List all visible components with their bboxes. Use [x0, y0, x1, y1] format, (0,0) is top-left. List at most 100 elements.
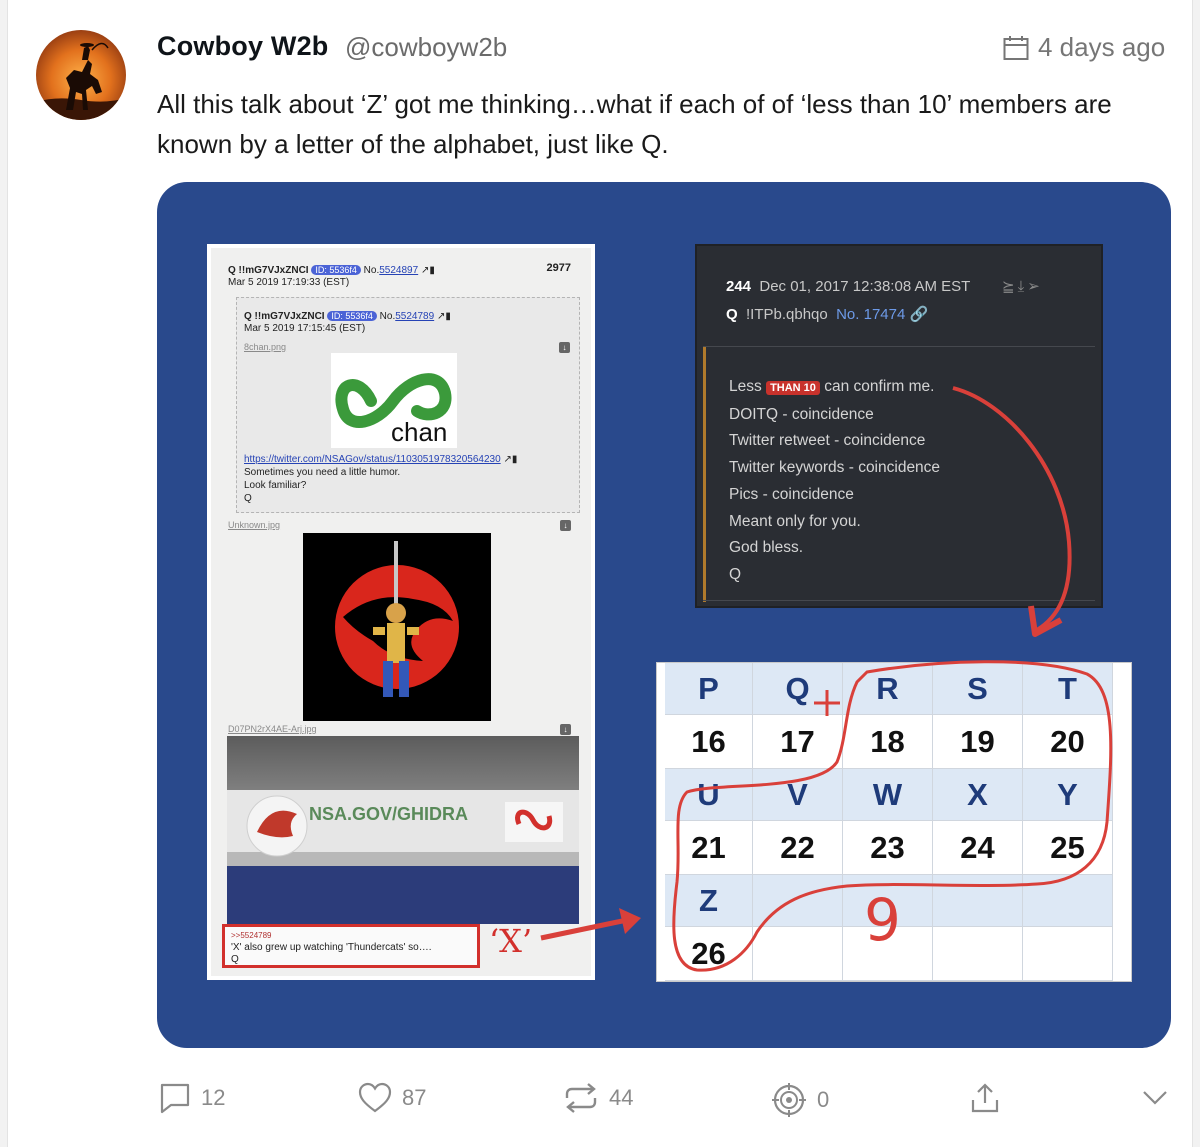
download-icon: ↓ — [560, 724, 571, 735]
table-cell: R — [843, 663, 933, 715]
post-action-bar: 12 87 44 0 — [0, 1070, 1200, 1130]
target-button[interactable]: 0 — [771, 1082, 829, 1118]
qdrop-line: DOITQ - coincidence — [729, 405, 874, 423]
table-cell: U — [665, 769, 753, 821]
chan-logo: chan — [331, 353, 457, 448]
ghidra-booth-image: NSA.GOV/GHIDRA — [227, 736, 579, 924]
straight-arrow-head — [619, 908, 641, 934]
window-frame-right — [1192, 0, 1200, 1147]
download-icon: ⤓ — [1017, 278, 1028, 295]
thundercats-emblem — [303, 533, 491, 721]
share-button[interactable] — [970, 1082, 1000, 1114]
qdrop-less: Less — [729, 378, 762, 395]
qdrop-line: Pics - coincidence — [729, 485, 854, 503]
table-cell: 16 — [665, 715, 753, 769]
calendar-icon — [1003, 35, 1029, 60]
author-name[interactable]: Cowboy W2b — [157, 31, 329, 62]
tweet-link: https://twitter.com/NSAGov/status/110305… — [244, 454, 501, 465]
reply-button[interactable]: 12 — [159, 1082, 225, 1114]
qdrop-header-line1: 244 Dec 01, 2017 12:38:08 AM EST — [726, 278, 970, 295]
qdrop-header-line2: Q !ITPb.qbhqo No. 17474 🔗 — [726, 305, 928, 323]
table-cell: 24 — [933, 821, 1023, 875]
qpost-screenshot: Q !!mG7VJxZNCI ID: 5536f4 No.5524897 ↗▮ … — [207, 244, 595, 980]
reply-text: 'X' also grew up watching 'Thundercats' … — [231, 942, 432, 953]
more-options-button[interactable] — [1141, 1086, 1169, 1108]
repost-button[interactable]: 44 — [563, 1082, 633, 1114]
qdrop-line: Q — [729, 565, 742, 583]
qdrop-less-rest: can confirm me. — [824, 378, 935, 395]
table-cell: 22 — [753, 821, 843, 875]
cowboy-avatar-image — [36, 30, 126, 120]
ghidra-booth-photo: NSA.GOV/GHIDRA — [227, 736, 579, 924]
qdrop-action-icons: ⪴⤓➢ — [1002, 277, 1043, 295]
qpost-date: Mar 5 2019 17:19:33 (EST) — [228, 277, 350, 288]
table-cell — [753, 875, 843, 927]
qdrop-divider — [703, 346, 1095, 347]
letter-number-table: P Q R S T 16 17 18 19 20 U V W X Y 21 22 23 24 25 Z 26 — [656, 662, 1132, 982]
reply-sig: Q — [231, 954, 239, 965]
quoted-no-prefix: No. — [379, 311, 396, 322]
arrow-right-circle-icon: ➢ — [1027, 278, 1043, 295]
quoted-post-header: Q !!mG7VJxZNCI ID: 5536f4 No.5524789 ↗▮ … — [244, 310, 451, 335]
qdrop-tripcode: !ITPb.qbhqo — [746, 306, 828, 323]
external-link-icon: ↗▮ — [436, 311, 451, 322]
qdrop-line: Twitter keywords - coincidence — [729, 459, 941, 477]
quoted-number-link: 5524789 — [395, 311, 435, 322]
external-link-icon: ↗▮ — [420, 265, 435, 276]
thundercats-image — [303, 533, 491, 721]
chan-logo-text: chan — [391, 417, 447, 447]
qdrop-bottom-divider — [703, 600, 1095, 601]
quoted-line-3: Q — [244, 493, 252, 504]
quoted-id-badge: ID: 5536f4 — [327, 311, 377, 321]
qpost-count: 2977 — [546, 262, 571, 274]
timestamp-text: 4 days ago — [1038, 32, 1166, 62]
than-10-badge: THAN 10 — [766, 381, 820, 395]
table-cell: 23 — [843, 821, 933, 875]
file-name-8chan: 8chan.png — [244, 342, 287, 352]
qdrop-number: 244 — [726, 278, 752, 295]
annotation-x-label: ‘X’ — [489, 922, 533, 960]
reply-box-highlighted: >>5524789 'X' also grew up watching 'Thu… — [222, 924, 480, 968]
table-cell — [843, 927, 933, 981]
table-cell: V — [753, 769, 843, 821]
qdrop-card: 244 Dec 01, 2017 12:38:08 AM EST ⪴⤓➢ Q !… — [695, 244, 1103, 608]
like-count: 87 — [402, 1085, 427, 1110]
window-frame-left — [0, 0, 8, 1147]
table-cell: Z — [665, 875, 753, 927]
qdrop-line: God bless. — [729, 539, 804, 557]
repost-count: 44 — [609, 1085, 634, 1110]
table-cell: Y — [1023, 769, 1113, 821]
reply-ref: >>5524789 — [231, 931, 272, 940]
file-name-ghidra: D07PN2rX4AE-Arj.jpg — [228, 724, 317, 734]
like-button[interactable]: 87 — [358, 1082, 426, 1114]
table-cell: T — [1023, 663, 1113, 715]
table-cell — [843, 875, 933, 927]
download-icon: ↓ — [559, 342, 570, 353]
qdrop-line: Twitter retweet - coincidence — [729, 432, 926, 450]
table-cell — [933, 927, 1023, 981]
qdrop-line: Meant only for you. — [729, 512, 861, 530]
qpost-no-prefix: No. — [363, 265, 380, 276]
author-handle[interactable]: @cowboyw2b — [345, 32, 507, 63]
table-cell: 25 — [1023, 821, 1113, 875]
table-cell: 21 — [665, 821, 753, 875]
quoted-trip: Q !!mG7VJxZNCI — [244, 311, 325, 322]
quoted-post-body: https://twitter.com/NSAGov/status/110305… — [244, 453, 517, 505]
quoted-post: Q !!mG7VJxZNCI ID: 5536f4 No.5524789 ↗▮ … — [236, 297, 580, 513]
infinity-logo-graphic: chan — [335, 373, 452, 447]
target-icon — [772, 1083, 806, 1117]
curved-arrow-head — [1028, 605, 1063, 637]
table-cell — [1023, 875, 1113, 927]
table-cell: P — [665, 663, 753, 715]
external-link-icon: ↗▮ — [503, 454, 518, 465]
table-cell: 17 — [753, 715, 843, 769]
post-timestamp[interactable]: 4 days ago — [1002, 32, 1165, 63]
post-media-image[interactable]: Q !!mG7VJxZNCI ID: 5536f4 No.5524897 ↗▮ … — [157, 182, 1171, 1048]
avatar[interactable] — [36, 30, 126, 120]
reply-count: 12 — [201, 1085, 226, 1110]
table-cell — [753, 927, 843, 981]
qdrop-post-number: No. 17474 — [836, 306, 906, 323]
link-icon: 🔗 — [909, 306, 929, 323]
quoted-date: Mar 5 2019 17:15:45 (EST) — [244, 323, 366, 334]
table-cell: Q — [753, 663, 843, 715]
